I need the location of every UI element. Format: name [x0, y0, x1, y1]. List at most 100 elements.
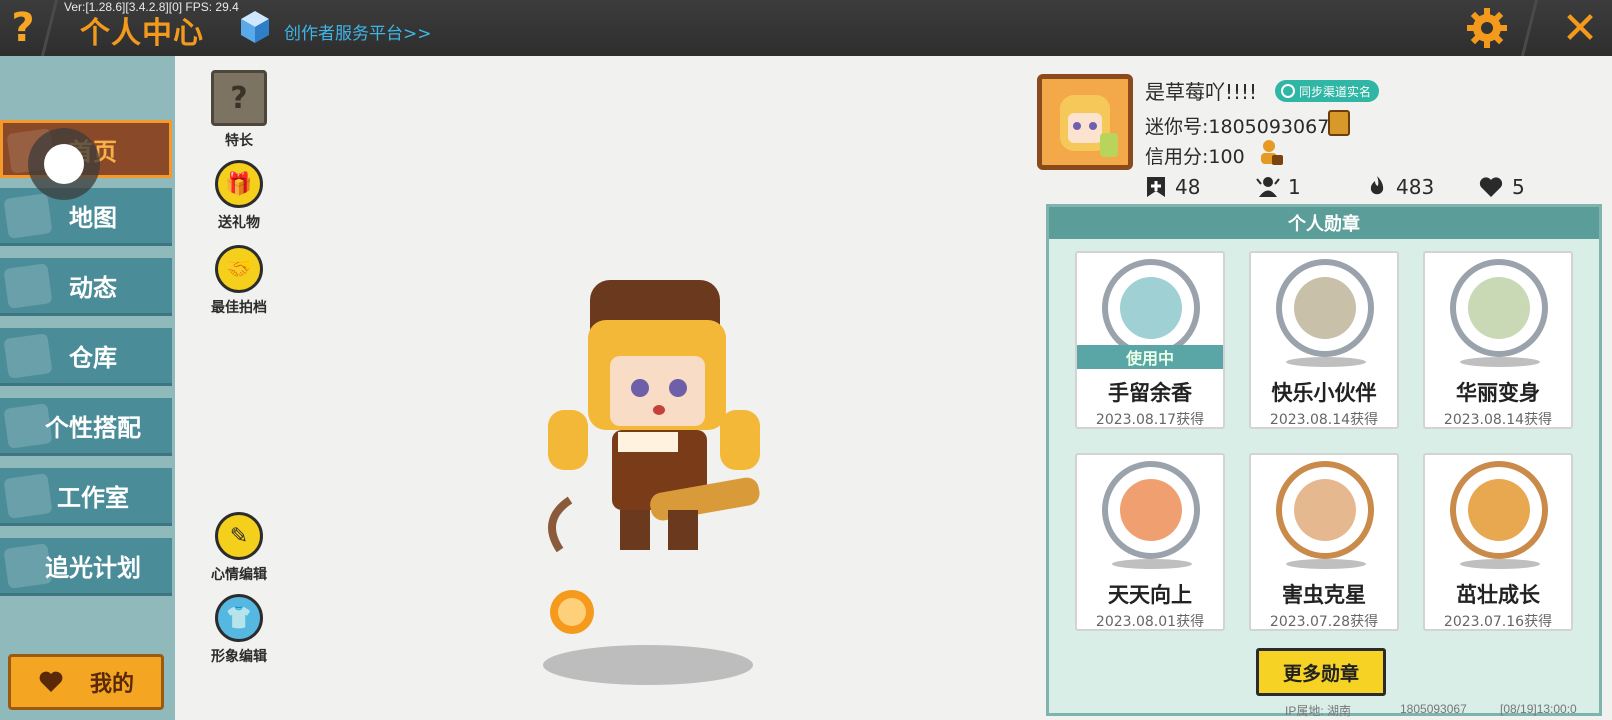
- user-icon: [1281, 84, 1295, 98]
- medal-icon: [1276, 259, 1374, 357]
- hearts-count: 5: [1512, 175, 1525, 199]
- sync-realname-button[interactable]: 同步渠道实名: [1275, 80, 1380, 102]
- clothes-icon: 👕: [215, 594, 263, 642]
- skill-button[interactable]: ? 特长: [194, 70, 284, 150]
- mine-button[interactable]: 我的: [8, 654, 164, 710]
- floating-joystick[interactable]: [28, 128, 100, 200]
- fans-count: 1: [1288, 175, 1301, 199]
- medal-icon: [1102, 461, 1200, 559]
- handshake-icon: 🤝: [215, 245, 263, 293]
- likes-stat[interactable]: 48: [1145, 175, 1200, 199]
- medal-card[interactable]: 快乐小伙伴 2023.08.14获得: [1249, 251, 1399, 429]
- sidebar-item-label: 仓库: [69, 344, 117, 372]
- likes-count: 48: [1175, 175, 1201, 199]
- sidebar-item-feed[interactable]: 动态: [0, 258, 172, 316]
- medal-card[interactable]: 茁壮成长 2023.07.16获得: [1423, 453, 1573, 631]
- gift-icon: 🎁: [215, 160, 263, 208]
- heart-icon: [39, 671, 63, 692]
- medal-date: 2023.08.17获得: [1095, 412, 1205, 428]
- medal-card[interactable]: 天天向上 2023.08.01获得: [1075, 453, 1225, 631]
- credit-info-icon[interactable]: [1258, 138, 1284, 166]
- medal-icon: [1450, 461, 1548, 559]
- avatar[interactable]: [1037, 74, 1133, 170]
- medal-icon: [1102, 259, 1200, 357]
- medal-name: 手留余香: [1108, 381, 1192, 405]
- ip-location: IP属地: 湖南: [1285, 704, 1352, 718]
- studio-icon: [3, 473, 53, 519]
- in-use-badge: 使用中: [1077, 345, 1223, 369]
- sidebar-item-outfit[interactable]: 个性搭配: [0, 398, 172, 456]
- creator-platform-icon[interactable]: [240, 10, 270, 44]
- warehouse-icon: [3, 333, 53, 379]
- page-title: 个人中心: [80, 16, 204, 51]
- fans-icon: [1256, 177, 1280, 197]
- footer-mini-id: 1805093067: [1400, 702, 1467, 716]
- appearance-edit-label: 形象编辑: [211, 649, 267, 665]
- joystick-knob[interactable]: [44, 144, 84, 184]
- close-button[interactable]: ✕: [1557, 3, 1603, 54]
- medal-panel: 个人勋章 使用中 手留余香 2023.08.17获得 快乐小伙伴 2023.08…: [1046, 204, 1602, 716]
- medal-shadow: [1460, 559, 1540, 569]
- medal-shadow: [1460, 357, 1540, 367]
- medal-date: 2023.07.16获得: [1443, 614, 1553, 630]
- bookmark-plus-icon: [1147, 177, 1165, 197]
- medal-date: 2023.08.14获得: [1269, 412, 1379, 428]
- send-gift-label: 送礼物: [218, 215, 260, 231]
- medal-shadow: [1286, 559, 1366, 569]
- footer-datetime: [08/19]13:00:0: [1500, 702, 1577, 716]
- medal-panel-title: 个人勋章: [1049, 207, 1599, 239]
- medal-card[interactable]: 害虫克星 2023.07.28获得: [1249, 453, 1399, 631]
- best-partner-label: 最佳拍档: [211, 300, 267, 316]
- divider: [1521, 0, 1547, 56]
- sidebar: 首页 地图 动态 仓库 个性搭配 工作室 追光计划: [0, 56, 175, 720]
- medal-name: 茁壮成长: [1456, 583, 1540, 607]
- sidebar-item-storage[interactable]: 仓库: [0, 328, 172, 386]
- bell-icon: [3, 263, 53, 309]
- copy-icon[interactable]: [1328, 110, 1350, 136]
- sidebar-item-map[interactable]: 地图: [0, 188, 172, 246]
- hearts-stat[interactable]: 5: [1478, 175, 1525, 199]
- map-icon: [3, 193, 53, 239]
- medal-date: 2023.07.28获得: [1269, 614, 1379, 630]
- user-name: 是草莓吖!!!!: [1145, 80, 1258, 104]
- more-medals-button[interactable]: 更多勋章: [1256, 648, 1386, 696]
- sidebar-item-light-plan[interactable]: 追光计划: [0, 538, 172, 596]
- sidebar-item-label: 个性搭配: [45, 414, 141, 442]
- sidebar-item-label: 地图: [69, 204, 117, 232]
- outfit-icon: [3, 403, 53, 449]
- medal-shadow: [1286, 357, 1366, 367]
- help-button[interactable]: ?: [0, 0, 46, 56]
- popularity-stat[interactable]: 483: [1366, 175, 1434, 199]
- edit-icon: ✎: [215, 512, 263, 560]
- sidebar-item-label: 追光计划: [45, 554, 141, 582]
- creator-platform-link[interactable]: 创作者服务平台>>: [284, 19, 432, 44]
- skill-label: 特长: [225, 133, 253, 149]
- gear-icon[interactable]: [1465, 6, 1509, 50]
- appearance-edit-button[interactable]: 👕 形象编辑: [194, 594, 284, 666]
- mood-edit-button[interactable]: ✎ 心情编辑: [194, 512, 284, 584]
- mine-label: 我的: [89, 672, 134, 697]
- medal-icon: [1276, 461, 1374, 559]
- sync-realname-label: 同步渠道实名: [1299, 84, 1372, 99]
- medal-date: 2023.08.14获得: [1443, 412, 1553, 428]
- player-character[interactable]: [520, 260, 800, 690]
- sidebar-item-label: 动态: [69, 274, 117, 302]
- fans-stat[interactable]: 1: [1256, 175, 1301, 199]
- light-plan-icon: [3, 543, 53, 589]
- credit-score: 信用分:100: [1145, 146, 1245, 168]
- medal-icon: [1450, 259, 1548, 357]
- medal-card[interactable]: 使用中 手留余香 2023.08.17获得: [1075, 251, 1225, 429]
- medal-card[interactable]: 华丽变身 2023.08.14获得: [1423, 251, 1573, 429]
- fire-icon: [1370, 176, 1384, 195]
- mini-id: 迷你号:1805093067: [1145, 116, 1330, 138]
- sidebar-item-label: 工作室: [57, 484, 129, 512]
- medal-date: 2023.08.01获得: [1095, 614, 1205, 630]
- top-bar: ? Ver:[1.28.6][3.4.2.8][0] FPS: 29.4 个人中…: [0, 0, 1612, 56]
- send-gift-button[interactable]: 🎁 送礼物: [194, 160, 284, 232]
- popularity-count: 483: [1396, 175, 1435, 199]
- medal-name: 害虫克星: [1282, 583, 1366, 607]
- best-partner-button[interactable]: 🤝 最佳拍档: [194, 245, 284, 317]
- medal-name: 华丽变身: [1456, 381, 1540, 405]
- medal-name: 天天向上: [1108, 583, 1192, 607]
- sidebar-item-studio[interactable]: 工作室: [0, 468, 172, 526]
